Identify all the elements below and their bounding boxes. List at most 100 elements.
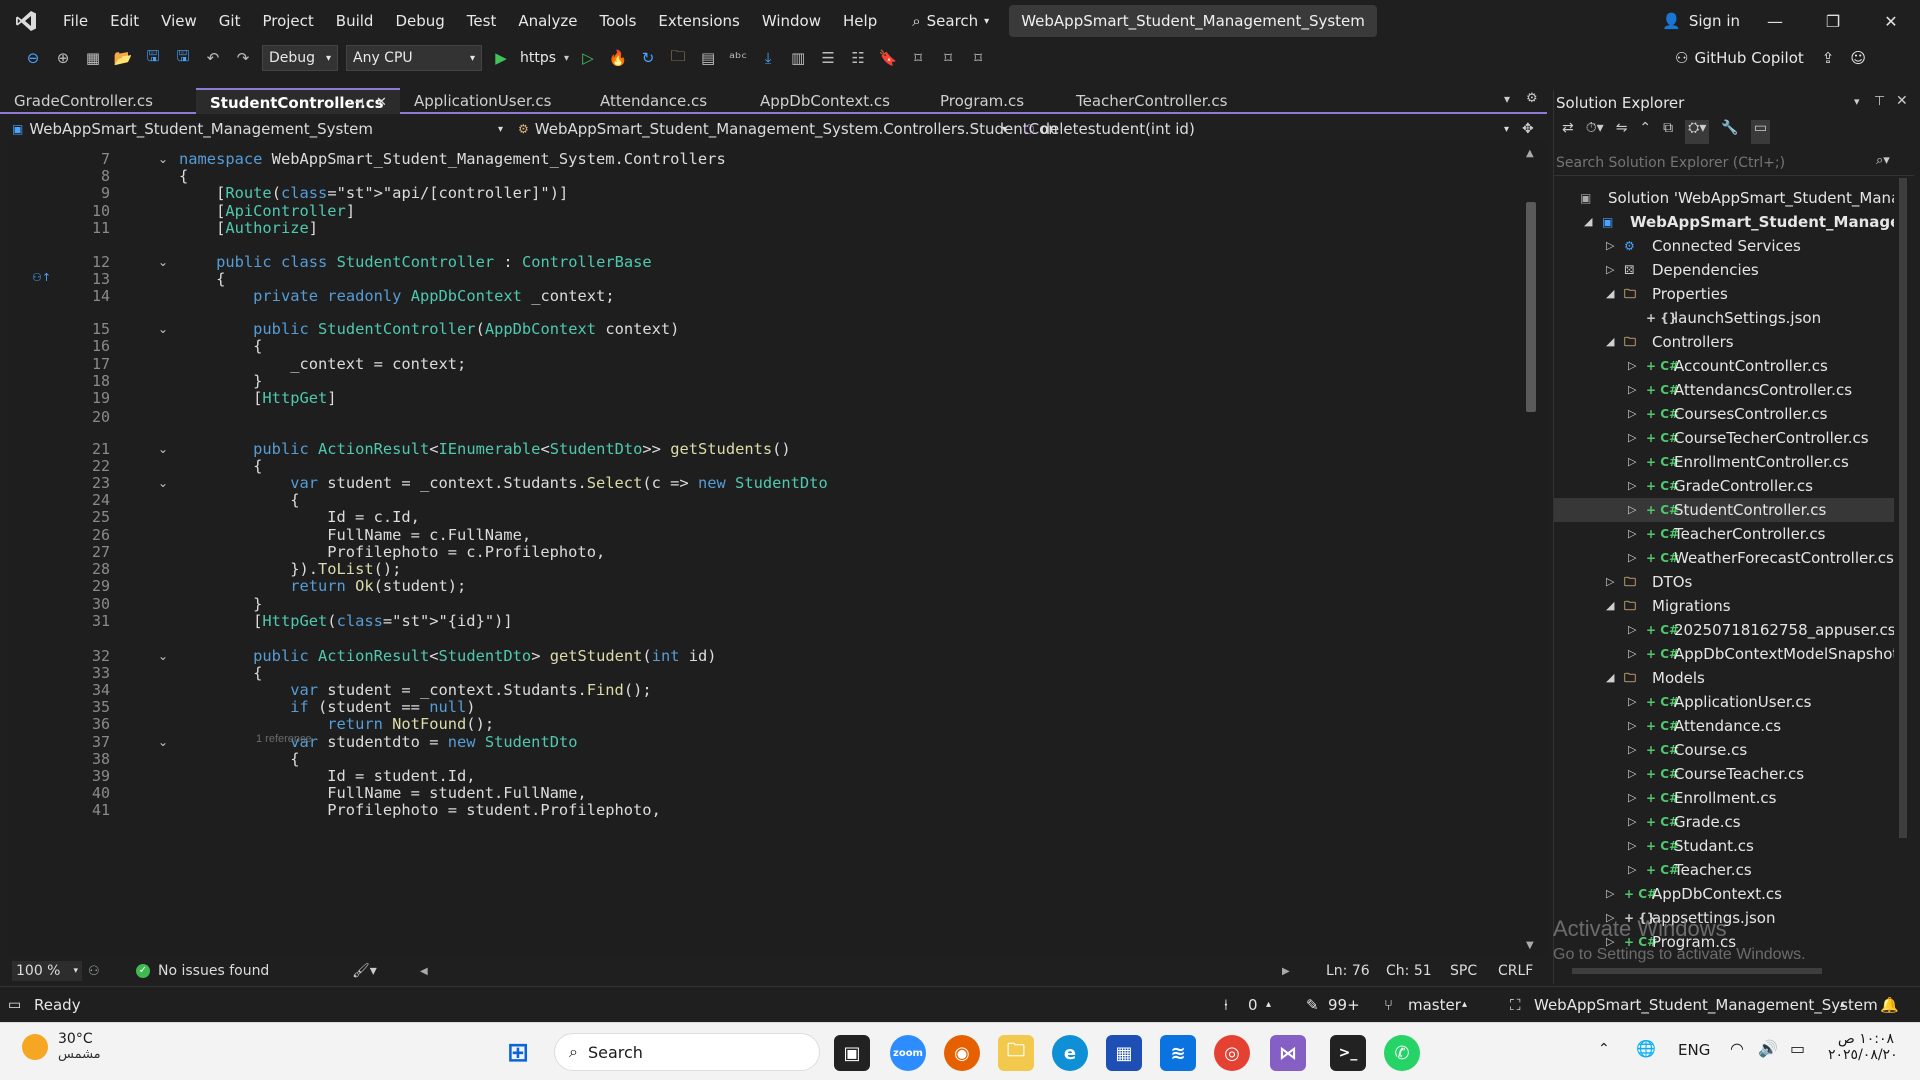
code-line[interactable]: if (student == null) [179, 698, 475, 716]
filter-icon[interactable]: ⛭▾ [1685, 120, 1710, 144]
restart-icon[interactable]: ↻ [637, 47, 659, 69]
solution-tree-item[interactable]: ◢ 🗀 Models [1554, 666, 1894, 690]
sync-icon[interactable]: ⇋ [1616, 120, 1628, 144]
issues-status[interactable]: No issues found [158, 963, 269, 979]
visual-studio-logo-icon[interactable] [0, 0, 52, 42]
outdent-icon[interactable]: ☷ [847, 47, 869, 69]
collapsed-arrow-icon[interactable]: ▷ [1606, 570, 1618, 594]
bookmark-prev-icon[interactable]: ⌑ [907, 47, 929, 69]
collapsed-arrow-icon[interactable]: ▷ [1628, 474, 1640, 498]
tab-applicationuser[interactable]: ApplicationUser.cs [400, 88, 586, 114]
collapsed-arrow-icon[interactable]: ▷ [1606, 258, 1618, 282]
code-editor[interactable]: 7 ⌄ 8 9 10 11 12 ⌄ 13 14 15 ⌄ 16 17 18 19 20 21 ⌄ 22 23 ⌄ 24 25… [8, 142, 1546, 958]
tab-studentcontroller[interactable]: StudentController.cs ⊣ ✕ [196, 88, 400, 114]
code-line[interactable]: { [179, 664, 262, 682]
forward-navigation-icon[interactable]: ⊕ [52, 47, 74, 69]
edge-icon[interactable]: e [1052, 1035, 1088, 1071]
collapsed-arrow-icon[interactable]: ▷ [1628, 426, 1640, 450]
battery-icon[interactable]: ▭ [1790, 1039, 1805, 1058]
split-editor-icon[interactable]: ✥ [1522, 121, 1534, 137]
solution-tree-item[interactable]: ▷ + C# AccountController.cs [1554, 354, 1894, 378]
taskbar-search[interactable]: ⌕ Search [554, 1033, 820, 1071]
collapsed-arrow-icon[interactable]: ▷ [1628, 642, 1640, 666]
new-project-icon[interactable]: ▦ [82, 47, 104, 69]
solution-tree-item[interactable]: ▷ ⚙ Connected Services [1554, 234, 1894, 258]
editor-vertical-scrollbar[interactable]: ▲ ▼ [1522, 142, 1540, 958]
indent-icon[interactable]: ☰ [817, 47, 839, 69]
search-box[interactable]: ⌕ Search ▾ [902, 6, 999, 36]
collapsed-arrow-icon[interactable]: ▷ [1628, 450, 1640, 474]
tab-teachercontroller[interactable]: TeacherController.cs [1062, 88, 1262, 114]
clock[interactable]: ١٠:٠٨ ص ٢٠٢٥/٠٨/٢٠ [1828, 1031, 1898, 1063]
whatsapp-icon[interactable]: ✆ [1384, 1035, 1420, 1071]
code-line[interactable]: FullName = c.FullName, [179, 526, 531, 544]
pending-edits-count[interactable]: 99+ [1328, 996, 1360, 1014]
member-dropdown[interactable]: ⬡ deletestudent(int id) ▾ [1024, 120, 1514, 138]
start-debug-icon[interactable]: ▶ [490, 47, 512, 69]
scroll-down-icon[interactable]: ▼ [1526, 940, 1534, 951]
git-changes-icon[interactable]: ⍿ [1224, 996, 1228, 1014]
code-line[interactable]: _context = context; [179, 355, 466, 373]
solution-tree-item[interactable]: ▷ + {} appsettings.json [1554, 906, 1894, 930]
expanded-arrow-icon[interactable]: ◢ [1606, 282, 1618, 306]
scroll-up-icon[interactable]: ▲ [1526, 148, 1534, 159]
solution-tree-item[interactable]: ▷ + C# WeatherForecastController.cs [1554, 546, 1894, 570]
firefox-icon[interactable]: ◉ [944, 1035, 980, 1071]
solution-tree-item[interactable]: ▷ + C# Teacher.cs [1554, 858, 1894, 882]
solution-tree-item[interactable]: ▷ + C# Grade.cs [1554, 810, 1894, 834]
close-window-button[interactable]: ✕ [1862, 0, 1920, 42]
solution-tree-item[interactable]: ▣ Solution 'WebAppSmart_Student_Manageme [1554, 186, 1894, 210]
solution-tree-item[interactable]: ◢ ▣ WebAppSmart_Student_Management_S [1554, 210, 1894, 234]
save-icon[interactable]: 🖫 [142, 47, 164, 69]
line-ending-indicator[interactable]: CRLF [1498, 963, 1533, 979]
code-line[interactable]: [HttpGet(class="st">"{id}")] [179, 612, 513, 630]
whitespace-indicator[interactable]: SPC [1450, 963, 1477, 979]
sign-in-button[interactable]: 👤 Sign in [1662, 0, 1740, 42]
code-cleanup-icon[interactable]: 🖌▾ [352, 963, 377, 979]
code-line[interactable]: public class StudentController : Control… [179, 253, 652, 271]
code-line[interactable]: { [179, 167, 188, 185]
fold-chevron-icon[interactable]: ⌄ [158, 649, 168, 663]
menu-edit[interactable]: Edit [99, 0, 150, 42]
chevron-down-icon[interactable]: ▾ [564, 53, 569, 64]
fold-chevron-icon[interactable]: ⌄ [158, 152, 168, 166]
notifications-icon[interactable]: 🔔 [1880, 996, 1899, 1014]
diagnostics-icon[interactable]: ▥ [787, 47, 809, 69]
repository-name[interactable]: WebAppSmart_Student_Management_System [1534, 996, 1878, 1014]
menu-file[interactable]: File [52, 0, 99, 42]
solution-tree-item[interactable]: ◢ 🗀 Controllers [1554, 330, 1894, 354]
code-line[interactable]: public ActionResult<StudentDto> getStude… [179, 647, 716, 665]
collapsed-arrow-icon[interactable]: ▷ [1628, 402, 1640, 426]
menu-project[interactable]: Project [251, 0, 324, 42]
code-line[interactable]: var studentdto = new StudentDto [179, 733, 577, 751]
class-dropdown[interactable]: ⚙ WebAppSmart_Student_Management_System.… [518, 120, 1058, 138]
scroll-left-icon[interactable]: ◀ [420, 966, 428, 977]
code-line[interactable]: Id = c.Id, [179, 508, 420, 526]
branch-icon[interactable]: ⑂ [1384, 996, 1393, 1014]
se-scroll-thumb[interactable] [1899, 178, 1907, 838]
collapsed-arrow-icon[interactable]: ▷ [1628, 738, 1640, 762]
save-all-icon[interactable]: 🖫 [172, 47, 194, 69]
collapsed-arrow-icon[interactable]: ▷ [1628, 378, 1640, 402]
fold-chevron-icon[interactable]: ⌄ [158, 442, 168, 456]
expanded-arrow-icon[interactable]: ◢ [1606, 594, 1618, 618]
layout-icon[interactable]: ▤ [697, 47, 719, 69]
code-line[interactable]: { [179, 337, 262, 355]
collapsed-arrow-icon[interactable]: ▷ [1628, 618, 1640, 642]
class-reference-icon[interactable]: ⚇↑ [32, 271, 51, 284]
scroll-right-icon[interactable]: ▶ [1282, 966, 1290, 977]
tab-appdbcontext[interactable]: AppDbContext.cs [746, 88, 926, 114]
solution-tree-item[interactable]: ▷ + C# Program.cs [1554, 930, 1894, 954]
code-line[interactable]: { [179, 750, 299, 768]
menu-debug[interactable]: Debug [384, 0, 455, 42]
solution-tree-item[interactable]: ▷ + C# Enrollment.cs [1554, 786, 1894, 810]
git-changes-count[interactable]: 0 [1248, 996, 1258, 1014]
collapsed-arrow-icon[interactable]: ▷ [1606, 906, 1618, 930]
copilot-status-icon[interactable]: ⚇ [88, 964, 100, 979]
code-line[interactable]: Profilephoto = student.Profilephoto, [179, 801, 661, 819]
solution-tree-item[interactable]: ▷ + C# AttendancsController.cs [1554, 378, 1894, 402]
collapsed-arrow-icon[interactable]: ▷ [1628, 858, 1640, 882]
tab-settings-icon[interactable]: ⚙ [1526, 91, 1538, 106]
run-target-label[interactable]: https [520, 50, 556, 66]
collapsed-arrow-icon[interactable]: ▷ [1606, 234, 1618, 258]
